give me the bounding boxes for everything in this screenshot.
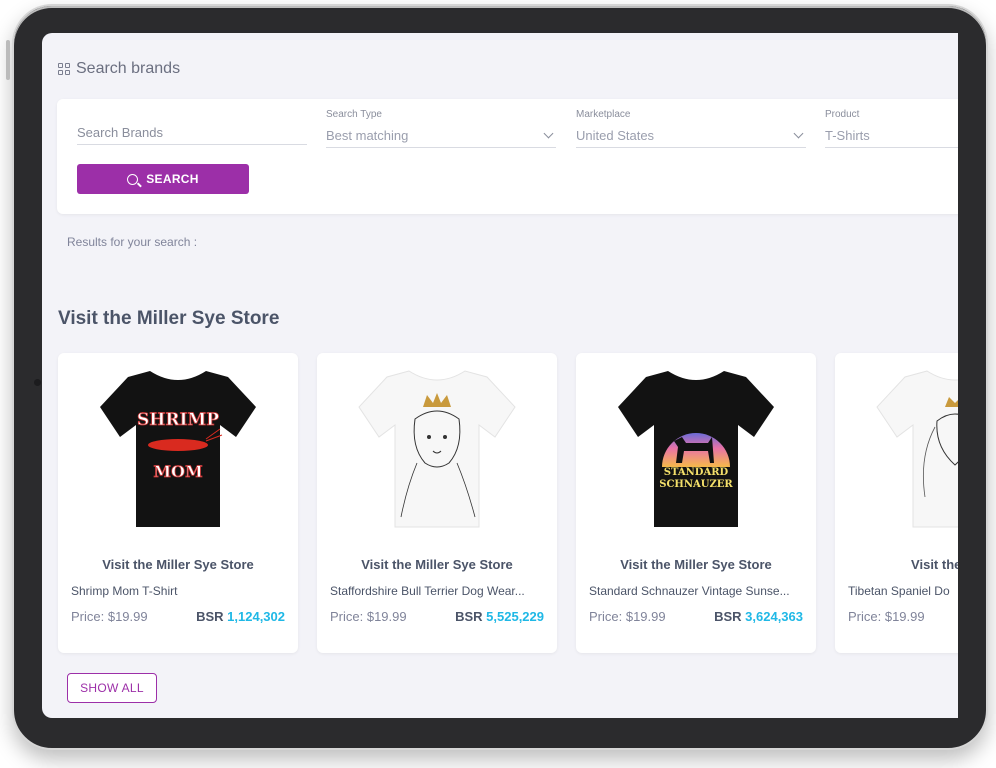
card-price: Price: $19.99 [848,609,925,624]
screen: Search brands Search Brands Search Type … [42,33,958,718]
shirt-image [358,370,516,528]
chevron-down-icon [543,128,554,139]
card-store[interactable]: Visit the Miller [835,557,958,572]
marketplace-select[interactable]: Marketplace United States [576,109,806,148]
product-value: T-Shirts [825,128,870,143]
camera [34,379,41,386]
product-card[interactable]: SHRIMP MOM Visit the Miller Sye Store Sh… [58,353,298,653]
product-card[interactable]: Visit the Miller Sye Store Staffordshire… [317,353,557,653]
shirt-text-top: SHRIMP [137,410,219,430]
card-price: Price: $19.99 [71,609,148,624]
product-cards: SHRIMP MOM Visit the Miller Sye Store Sh… [58,353,958,653]
chevron-down-icon [793,128,804,139]
card-product-name: Staffordshire Bull Terrier Dog Wear... [330,584,525,598]
product-card[interactable]: STANDARD SCHNAUZER Visit the Miller Sye … [576,353,816,653]
product-label: Product [825,109,860,120]
grid-icon [58,63,70,75]
search-type-value: Best matching [326,128,409,143]
search-icon [127,173,139,185]
search-brands-input[interactable]: Search Brands [77,125,163,140]
card-product-name: Standard Schnauzer Vintage Sunse... [589,584,790,598]
volume-button [6,40,10,80]
product-select[interactable]: Product T-Shirts [825,109,958,148]
search-type-select[interactable]: Search Type Best matching [326,109,556,148]
search-button-label: SEARCH [146,172,199,186]
search-brands-field[interactable]: Search Brands [77,109,307,145]
card-store[interactable]: Visit the Miller Sye Store [576,557,816,572]
card-store[interactable]: Visit the Miller Sye Store [317,557,557,572]
show-all-button[interactable]: SHOW ALL [67,673,157,703]
shirt-text-top: STANDARD [664,467,729,478]
marketplace-value: United States [576,128,655,143]
shirt-text-bottom: SCHNAUZER [659,479,733,490]
card-product-name: Tibetan Spaniel Do [848,584,950,598]
shirt-image [876,370,958,528]
card-bsr: BSR 5,525,229 [455,609,544,624]
search-type-label: Search Type [326,109,382,120]
card-store[interactable]: Visit the Miller Sye Store [58,557,298,572]
card-bsr: BSR 1,124,302 [196,609,285,624]
card-bsr: BSR 3,624,363 [714,609,803,624]
shirt-image: STANDARD SCHNAUZER [618,371,774,527]
section-title: Visit the Miller Sye Store [58,308,280,329]
results-text: Results for your search : [67,235,198,249]
card-product-name: Shrimp Mom T-Shirt [71,584,178,598]
marketplace-label: Marketplace [576,109,631,120]
page-title: Search brands [76,60,181,77]
product-card[interactable]: Visit the Miller Tibetan Spaniel Do Pric… [835,353,958,653]
shirt-image: SHRIMP MOM [100,371,256,527]
search-button[interactable]: SEARCH [77,164,249,194]
page-header: Search brands [58,60,180,78]
card-price: Price: $19.99 [589,609,666,624]
search-panel: Search Brands Search Type Best matching … [57,99,958,214]
card-price: Price: $19.99 [330,609,407,624]
shirt-text-bottom: MOM [153,462,202,481]
